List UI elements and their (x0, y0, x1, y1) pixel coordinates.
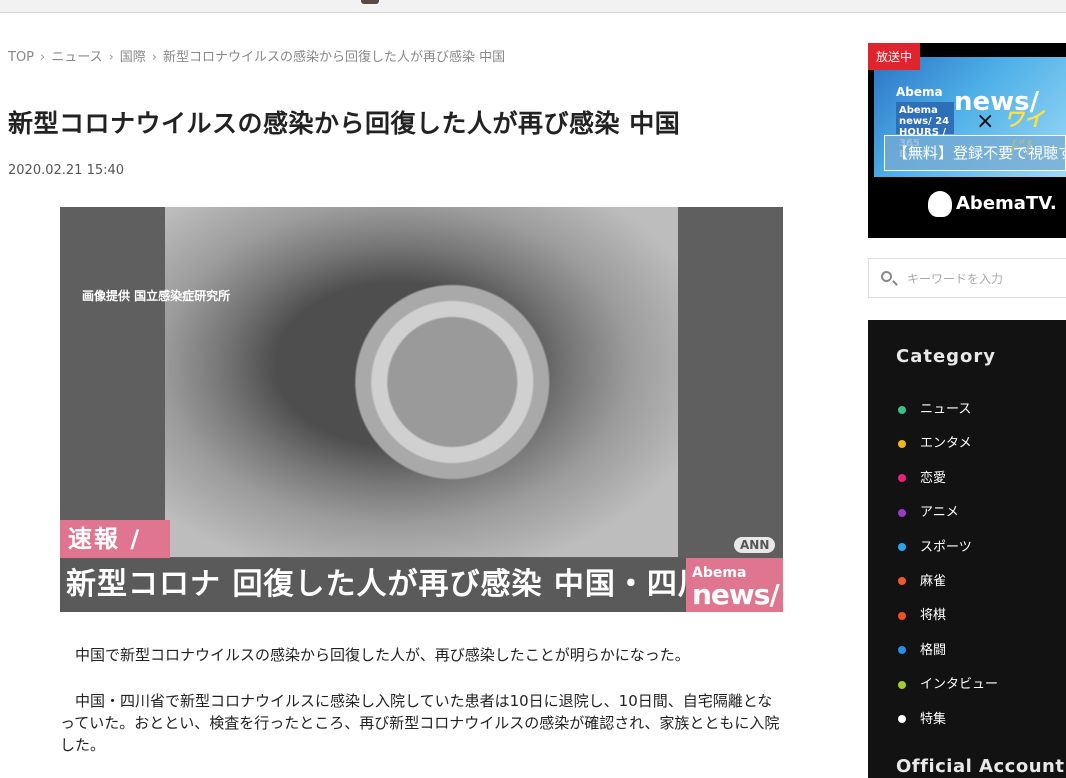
category-dot-icon (898, 405, 906, 414)
category-item[interactable]: 恋愛 (898, 469, 998, 503)
breadcrumb-top[interactable]: TOP (8, 50, 34, 65)
breadcrumb-current: 新型コロナウイルスの感染から回復した人が再び感染 中国 (163, 50, 506, 65)
search-box (868, 258, 1066, 298)
category-dot-icon (898, 646, 906, 655)
ann-badge: ANN (734, 537, 776, 553)
breadcrumb-separator-icon: › (151, 50, 157, 65)
category-item[interactable]: 格闘 (898, 641, 998, 675)
browser-top-bar (0, 0, 1066, 13)
category-dot-icon (898, 508, 906, 517)
category-heading: Category (896, 346, 997, 367)
search-input[interactable] (905, 265, 1059, 293)
category-item-label: 特集 (920, 711, 947, 727)
article-title: 新型コロナウイルスの感染から回復した人が再び感染 中国 (8, 109, 681, 138)
article-paragraph: 中国・四川省で新型コロナウイルスに感染し入院していた患者は10日に退院し、10日… (60, 690, 785, 756)
category-item-label: ニュース (920, 402, 972, 417)
breadcrumb-separator-icon: › (108, 50, 114, 65)
promo-free-watch-text[interactable]: 【無料】登録不要で視聴す (884, 135, 1066, 171)
promo-banner-image[interactable]: Abema news/ Abema news/ 24 HOURS / 365 D… (874, 57, 1066, 177)
article-hero-image: 画像提供 国立感染症研究所 速報 / ANN 新型コロナ 回復した人が再び感染 … (60, 207, 783, 612)
promo-abema-text: Abema (896, 85, 943, 99)
category-item[interactable]: エンタメ (898, 434, 998, 468)
breaking-news-label: 速報 / (60, 520, 170, 558)
tab-handle[interactable] (361, 0, 379, 4)
article-paragraph: 中国で新型コロナウイルスの感染から回復した人が、再び感染したことが明らかになった… (60, 644, 785, 666)
category-item[interactable]: インタビュー (898, 675, 998, 709)
category-dot-icon (898, 474, 906, 483)
article-paragraph-text: 中国・四川省で新型コロナウイルスに感染し入院していた患者は10日に退院し、10日… (60, 692, 780, 754)
category-item-label: 格闘 (920, 642, 947, 658)
category-item-label: スポーツ (920, 539, 972, 555)
abema-mascot-icon (928, 191, 952, 217)
category-item-label: 将棋 (920, 608, 947, 624)
abema-news-logo: Abema news/ (686, 558, 783, 612)
article-date: 2020.02.21 15:40 (8, 163, 125, 178)
category-dot-icon (898, 611, 906, 620)
category-item[interactable]: 麻雀 (898, 572, 998, 606)
abema-logo-bottom: news/ (692, 578, 780, 611)
breadcrumb: TOP › ニュース › 国際 › 新型コロナウイルスの感染から回復した人が再び感染 中国 (8, 46, 505, 65)
category-item-label: 恋愛 (920, 470, 947, 486)
category-dot-icon (898, 543, 906, 552)
category-dot-icon (898, 680, 906, 689)
category-item-label: インタビュー (920, 677, 999, 693)
close-cross-icon: × (976, 109, 995, 134)
category-item[interactable]: 将棋 (898, 606, 998, 640)
abematv-logo[interactable]: AbemaTV. (928, 191, 1057, 217)
category-item-label: エンタメ (920, 436, 972, 452)
article-paragraph-text: 中国で新型コロナウイルスの感染から回復した人が、再び感染したことが明らかになった… (75, 646, 690, 664)
breadcrumb-international[interactable]: 国際 (120, 46, 146, 65)
promo-abema-news-box: Abema news/ 24 HOURS / 365 DAYS / (896, 102, 954, 160)
category-item[interactable]: ニュース (898, 400, 998, 434)
category-item[interactable]: アニメ (898, 503, 998, 537)
category-dot-icon (898, 439, 906, 448)
abematv-promo-banner[interactable]: 放送中 Abema news/ Abema news/ 24 HOURS / 3… (868, 43, 1066, 238)
virus-micrograph (165, 207, 678, 557)
breadcrumb-news[interactable]: ニュース (51, 46, 102, 65)
image-credit: 画像提供 国立感染症研究所 (82, 289, 231, 303)
category-panel: Category ニュースエンタメ恋愛アニメスポーツ麻雀将棋格闘インタビュー 特集… (868, 320, 1066, 778)
search-icon[interactable] (881, 271, 892, 282)
category-item-label: 麻雀 (920, 573, 947, 589)
on-air-badge: 放送中 (868, 43, 921, 70)
breadcrumb-separator-icon: › (40, 50, 46, 65)
category-list: ニュースエンタメ恋愛アニメスポーツ麻雀将棋格闘インタビュー 特集 (898, 400, 998, 744)
category-dot-icon (898, 577, 906, 586)
category-item[interactable]: スポーツ (898, 538, 998, 572)
abematv-logo-text: AbemaTV. (956, 193, 1057, 214)
category-dot-icon (898, 715, 906, 724)
image-caption: 新型コロナ 回復した人が再び感染 中国・四川省 (60, 558, 739, 612)
category-item[interactable]: 特集 (898, 710, 998, 744)
official-account-heading: Official Account (896, 756, 1065, 777)
category-item-label: アニメ (920, 505, 959, 521)
